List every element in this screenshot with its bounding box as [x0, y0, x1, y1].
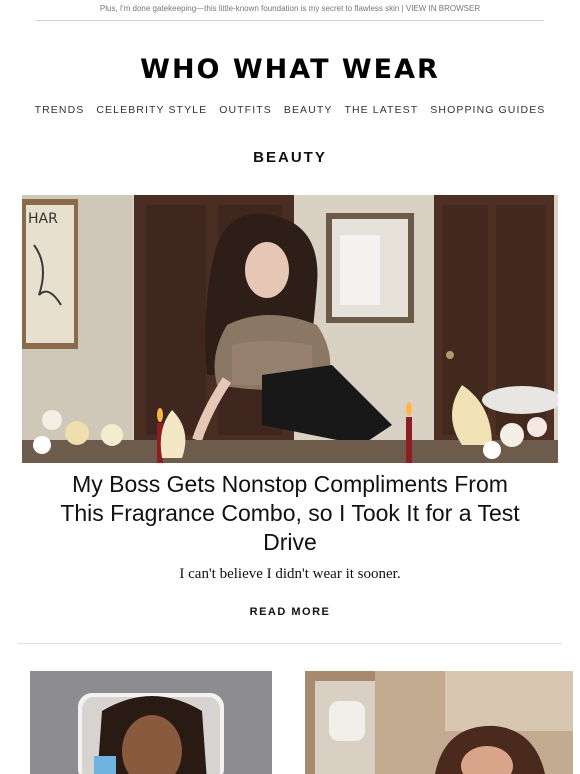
- thumbnail-2-illustration: [305, 671, 573, 774]
- section-title: BEAUTY: [253, 149, 327, 166]
- section-divider: [18, 643, 562, 644]
- preheader-text: Plus, I'm done gatekeeping—this little-k…: [99, 4, 406, 13]
- thumbnail-1-illustration: [30, 671, 272, 774]
- article-thumbnail-2[interactable]: [305, 671, 573, 774]
- feature-dek: I can't believe I didn't wear it sooner.: [179, 566, 401, 582]
- nav-item-celebrity-style[interactable]: CELEBRITY STYLE: [96, 104, 207, 116]
- feature-hero-image[interactable]: HAR: [22, 195, 558, 463]
- brand-logo[interactable]: WHO WHAT WEAR: [0, 54, 580, 85]
- read-more-button[interactable]: READ MORE: [0, 606, 580, 618]
- hero-illustration: HAR: [22, 195, 558, 463]
- article-thumbnail-1[interactable]: [30, 671, 272, 774]
- nav-item-the-latest[interactable]: THE LATEST: [344, 104, 418, 116]
- nav-item-shopping-guides[interactable]: SHOPPING GUIDES: [430, 104, 545, 116]
- nav-item-trends[interactable]: TRENDS: [35, 104, 85, 116]
- svg-text:HAR: HAR: [28, 211, 58, 227]
- view-in-browser-link[interactable]: VIEW IN BROWSER: [406, 4, 480, 13]
- feature-headline[interactable]: My Boss Gets Nonstop Compliments From Th…: [60, 470, 520, 557]
- nav-item-outfits[interactable]: OUTFITS: [219, 104, 272, 116]
- preheader: Plus, I'm done gatekeeping—this little-k…: [36, 0, 544, 21]
- main-nav: TRENDS CELEBRITY STYLE OUTFITS BEAUTY TH…: [0, 104, 580, 116]
- nav-item-beauty[interactable]: BEAUTY: [284, 104, 333, 116]
